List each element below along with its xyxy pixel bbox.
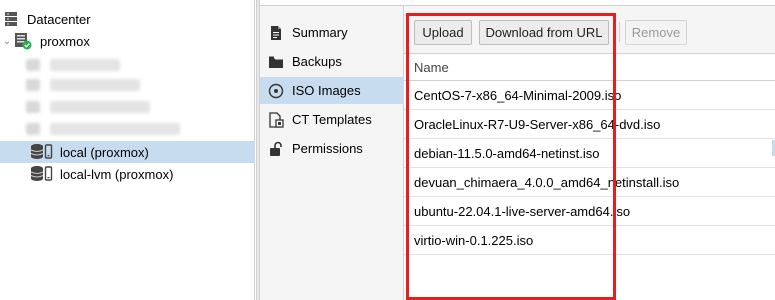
disc-icon [268, 83, 284, 99]
summary-icon [268, 25, 284, 41]
remove-button[interactable]: Remove [625, 20, 687, 45]
column-header-name[interactable]: Name [404, 54, 775, 81]
table-row[interactable]: OracleLinux-R7-U9-Server-x86_64-dvd.iso [404, 110, 775, 139]
tree-item-storage-local[interactable]: local (proxmox) [0, 141, 255, 163]
storage-label: local-lvm (proxmox) [60, 166, 174, 182]
node-label: proxmox [40, 33, 90, 49]
chevron-down-icon[interactable]: ⌄ [1, 36, 13, 47]
table-row[interactable]: CentOS-7-x86_64-Minimal-2009.iso [404, 81, 775, 110]
tree-item-node-proxmox[interactable]: ⌄ proxmox [0, 30, 255, 52]
table-row[interactable]: virtio-win-0.1.225.iso [404, 226, 775, 255]
divider [260, 0, 404, 6]
iso-file-name: CentOS-7-x86_64-Minimal-2009.iso [414, 87, 622, 103]
iso-file-name: ubuntu-22.04.1-live-server-amd64.iso [414, 203, 631, 219]
node-online-icon [14, 32, 32, 50]
toolbar-separator [619, 22, 620, 42]
iso-file-name: OracleLinux-R7-U9-Server-x86_64-dvd.iso [414, 116, 661, 132]
table-row[interactable]: ubuntu-22.04.1-live-server-amd64.iso [404, 197, 775, 226]
iso-file-name: devuan_chimaera_4.0.0_amd64_netinstall.i… [414, 174, 680, 190]
datacenter-label: Datacenter [27, 11, 91, 27]
iso-file-name: debian-11.5.0-amd64-netinst.iso [414, 145, 600, 161]
nav-label: Permissions [292, 141, 363, 156]
unlock-icon [268, 141, 284, 157]
redacted-tree-item [24, 57, 134, 71]
storage-label: local (proxmox) [60, 144, 149, 160]
redacted-tree-item [24, 77, 140, 91]
resource-tree: Datacenter ⌄ proxmox local (proxmox) loc… [0, 0, 255, 300]
iso-content-panel: Upload Download from URL Remove Name Cen… [404, 0, 775, 300]
nav-item-iso-images[interactable]: ISO Images [260, 77, 404, 104]
table-row[interactable]: debian-11.5.0-amd64-netinst.iso [404, 139, 775, 168]
storage-icon [30, 165, 54, 183]
redacted-tree-item [24, 99, 154, 113]
toolbar: Upload Download from URL Remove [404, 6, 775, 54]
server-icon [3, 11, 19, 27]
nav-label: ISO Images [292, 83, 361, 98]
nav-item-backups[interactable]: Backups [260, 48, 404, 75]
iso-file-name: virtio-win-0.1.225.iso [414, 232, 534, 248]
tree-item-storage-local-lvm[interactable]: local-lvm (proxmox) [0, 163, 255, 185]
ct-templates-icon [268, 111, 284, 128]
nav-item-ct-templates[interactable]: CT Templates [260, 106, 404, 133]
storage-subnav: Summary Backups ISO Images CT Templates … [260, 0, 404, 300]
download-from-url-button[interactable]: Download from URL [479, 20, 609, 45]
redacted-tree-item [24, 121, 194, 135]
column-header-label: Name [414, 59, 449, 75]
upload-button[interactable]: Upload [414, 20, 472, 45]
nav-label: CT Templates [292, 112, 372, 127]
backups-icon [268, 54, 284, 70]
nav-label: Summary [292, 25, 348, 40]
nav-item-permissions[interactable]: Permissions [260, 135, 404, 162]
nav-item-summary[interactable]: Summary [260, 19, 404, 46]
storage-icon [30, 143, 54, 161]
nav-label: Backups [292, 54, 342, 69]
table-row[interactable]: devuan_chimaera_4.0.0_amd64_netinstall.i… [404, 168, 775, 197]
tree-item-datacenter[interactable]: Datacenter [0, 8, 255, 30]
